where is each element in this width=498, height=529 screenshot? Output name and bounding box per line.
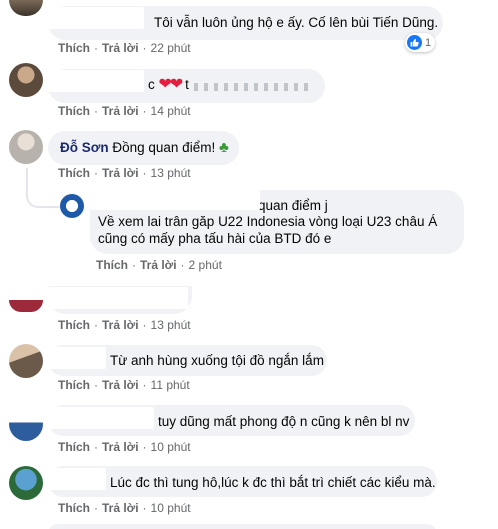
comment-bubble: Lúc đc thì tung hô,lúc k đc thì bắt trì … bbox=[48, 466, 437, 497]
reply-text-line3: cũng có mấy pha tấu hài của BTD đó e bbox=[98, 231, 332, 246]
comment-time[interactable]: 10 phút bbox=[151, 501, 191, 515]
redaction bbox=[48, 347, 106, 369]
reply-text-line2: Về xem lai trân găp U22 Indonesia vòng l… bbox=[98, 214, 438, 229]
redaction bbox=[48, 7, 144, 29]
like-button[interactable]: Thích bbox=[58, 378, 90, 392]
comment-time[interactable]: 10 phút bbox=[151, 440, 191, 454]
reply-button[interactable]: Trả lời bbox=[102, 41, 139, 55]
comment-actions: Thích · Trả lời · 14 phút bbox=[58, 104, 191, 118]
thumbs-up-icon bbox=[407, 35, 422, 50]
comment-text: c ❤❤ t bbox=[148, 76, 189, 93]
comment-actions: Thích · Trả lời · 11 phút bbox=[58, 378, 190, 392]
comment-text: Tôi vẫn luôn ủng hộ e ấy. Cố lên bùi Tiế… bbox=[154, 15, 439, 30]
comment-time[interactable]: 11 phút bbox=[151, 378, 190, 392]
comment-text: Từ anh hùng xuống tội đồ ngắn lắm bbox=[110, 353, 324, 368]
comment-author[interactable]: Đỗ Sơn bbox=[60, 140, 109, 155]
avatar[interactable] bbox=[9, 63, 43, 97]
reply-button[interactable]: Trả lời bbox=[102, 318, 139, 332]
avatar[interactable] bbox=[9, 344, 43, 378]
reply-button[interactable]: Trả lời bbox=[102, 440, 139, 454]
reply-button[interactable]: Trả lời bbox=[102, 501, 139, 515]
comment-actions: Thích · Trả lời · 22 phút bbox=[58, 41, 191, 55]
comment-time[interactable]: 14 phút bbox=[151, 104, 191, 118]
like-button[interactable]: Thích bbox=[58, 41, 90, 55]
like-button[interactable]: Thích bbox=[58, 501, 90, 515]
clover-icon: ♣ bbox=[218, 139, 229, 156]
reply-button[interactable]: Trả lời bbox=[102, 104, 139, 118]
avatar[interactable] bbox=[9, 300, 43, 312]
comment-text: Lúc đc thì tung hô,lúc k đc thì bắt trì … bbox=[110, 475, 436, 490]
redacted-text bbox=[194, 83, 314, 91]
comment-actions: Thích · Trả lời · 10 phút bbox=[58, 501, 191, 515]
avatar[interactable] bbox=[9, 466, 43, 500]
avatar[interactable] bbox=[9, 407, 43, 441]
comment-bubble: Đỗ Sơn Đồng quan điểm! ♣ bbox=[48, 131, 239, 165]
comment-time[interactable]: 2 phút bbox=[189, 258, 222, 272]
comment-time[interactable]: 13 phút bbox=[151, 166, 191, 180]
like-button[interactable]: Thích bbox=[58, 104, 90, 118]
like-button[interactable]: Thích bbox=[58, 318, 90, 332]
reaction-summary[interactable]: 1 bbox=[405, 33, 436, 52]
redaction bbox=[48, 468, 106, 490]
avatar[interactable] bbox=[60, 194, 84, 218]
like-button[interactable]: Thích bbox=[58, 166, 90, 180]
reply-button[interactable]: Trả lời bbox=[102, 166, 139, 180]
comment-actions: Thích · Trả lời · 13 phút bbox=[58, 166, 191, 180]
reply-button[interactable]: Trả lời bbox=[140, 258, 177, 272]
reply-actions: Thích · Trả lời · 2 phút bbox=[96, 258, 222, 272]
comment-actions: Thích · Trả lời · 10 phút bbox=[58, 440, 191, 454]
avatar[interactable] bbox=[9, 0, 43, 16]
like-button[interactable]: Thích bbox=[96, 258, 128, 272]
thread-connector bbox=[26, 168, 60, 208]
comment-text: tuy dũng mất phong độ n cũng k nên bl nv bbox=[158, 414, 410, 429]
comment-time[interactable]: 22 phút bbox=[151, 41, 191, 55]
comment-actions: Thích · Trả lời · 13 phút bbox=[58, 318, 191, 332]
redaction bbox=[90, 190, 260, 210]
reaction-count: 1 bbox=[425, 36, 432, 49]
reply-button[interactable]: Trả lời bbox=[102, 378, 139, 392]
comment-bubble bbox=[48, 524, 437, 529]
heart-icon: ❤❤ bbox=[158, 76, 184, 93]
avatar[interactable] bbox=[9, 130, 43, 164]
redaction bbox=[48, 407, 154, 429]
comment-text: Đồng quan điểm! bbox=[112, 140, 216, 155]
redaction bbox=[48, 287, 188, 309]
comment-time[interactable]: 13 phút bbox=[151, 318, 191, 332]
like-button[interactable]: Thích bbox=[58, 440, 90, 454]
redaction bbox=[48, 70, 144, 92]
